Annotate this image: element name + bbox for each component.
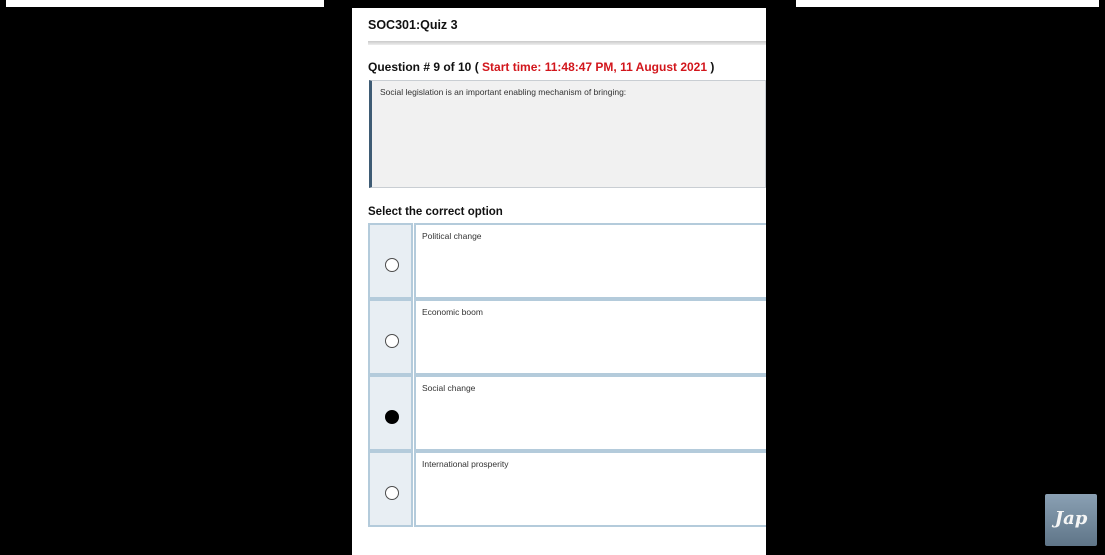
question-number: Question # 9 of 10 ( (368, 60, 483, 74)
question-header: Question # 9 of 10 ( Start time: 11:48:4… (368, 60, 714, 74)
option-radio-cell[interactable] (368, 375, 413, 451)
radio-button[interactable] (385, 258, 399, 272)
option-row[interactable]: Political change (368, 223, 766, 299)
start-time: Start time: 11:48:47 PM, 11 August 2021 (482, 60, 708, 74)
top-letterbox-strip-right (796, 0, 1099, 7)
question-box: Social legislation is an important enabl… (369, 80, 766, 188)
option-radio-cell[interactable] (368, 299, 413, 375)
question-header-close: ) (707, 60, 715, 74)
option-row[interactable]: Economic boom (368, 299, 766, 375)
option-text-cell[interactable]: Political change (414, 223, 766, 299)
option-text-cell[interactable]: Economic boom (414, 299, 766, 375)
question-text: Social legislation is an important enabl… (380, 87, 627, 97)
option-label: International prosperity (422, 459, 509, 469)
watermark-text: Jap (1054, 508, 1088, 529)
option-label: Economic boom (422, 307, 483, 317)
option-text-cell[interactable]: Social change (414, 375, 766, 451)
option-radio-cell[interactable] (368, 223, 413, 299)
select-option-label: Select the correct option (368, 206, 503, 218)
top-letterbox-strip-left (6, 0, 324, 7)
option-row[interactable]: Social change (368, 375, 766, 451)
quiz-screen: SOC301:Quiz 3 Question # 9 of 10 ( Start… (352, 8, 766, 555)
quiz-title: SOC301:Quiz 3 (368, 18, 458, 32)
option-row[interactable]: International prosperity (368, 451, 766, 527)
option-text-cell[interactable]: International prosperity (414, 451, 766, 527)
option-label: Social change (422, 383, 476, 393)
radio-button[interactable] (385, 334, 399, 348)
radio-button-selected[interactable] (385, 410, 399, 424)
title-divider (368, 41, 766, 45)
radio-button[interactable] (385, 486, 399, 500)
option-radio-cell[interactable] (368, 451, 413, 527)
watermark-logo: Jap (1045, 494, 1097, 546)
option-label: Political change (422, 231, 482, 241)
